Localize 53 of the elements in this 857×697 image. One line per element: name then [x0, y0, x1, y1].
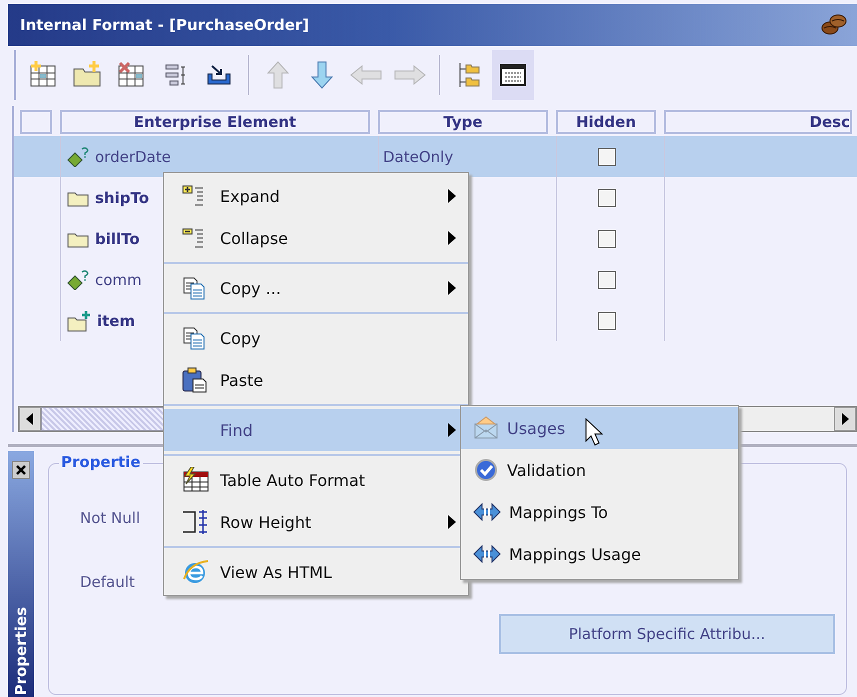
column-header[interactable]: Enterprise Element: [60, 110, 370, 134]
table-lightning-icon: [182, 467, 210, 493]
menu-item[interactable]: Collapse: [164, 217, 468, 259]
hidden-checkbox[interactable]: [598, 312, 616, 330]
table-row[interactable]: orderDate DateOnly: [14, 136, 857, 177]
field-label: Default: [80, 573, 135, 591]
element-name: billTo: [95, 230, 140, 248]
close-icon[interactable]: [12, 461, 30, 479]
collapse-icon: [182, 227, 206, 249]
paste-icon: [182, 367, 208, 393]
side-tab-label: Properties: [12, 606, 30, 695]
scroll-right-button[interactable]: [834, 407, 856, 431]
header-cell: [20, 110, 52, 134]
type-value: DateOnly: [383, 148, 454, 166]
scroll-left-button[interactable]: [19, 407, 41, 431]
column-header[interactable]: Type: [378, 110, 548, 134]
double-arrow-icon: [473, 502, 501, 522]
menu-item[interactable]: Paste: [164, 359, 468, 401]
element-name: comm: [95, 270, 142, 288]
platform-attributes-button[interactable]: Platform Specific Attribu...: [499, 614, 835, 654]
element-name: orderDate: [95, 148, 171, 166]
hidden-checkbox[interactable]: [598, 270, 616, 288]
menu-item[interactable]: Usages: [461, 407, 738, 449]
left-triangle-icon: [26, 413, 34, 425]
menu-item[interactable]: Copy ...: [164, 267, 468, 309]
envelope-icon: [473, 416, 499, 440]
row-height-icon: [182, 509, 210, 535]
element-name: shipTo: [95, 188, 150, 206]
side-tab[interactable]: Properties: [8, 451, 34, 697]
right-triangle-icon: [841, 413, 849, 425]
column-header[interactable]: Hidden: [556, 110, 656, 134]
copy-icon: [182, 326, 206, 350]
expand-icon: [182, 185, 206, 207]
window-title: Internal Format - [PurchaseOrder]: [20, 16, 310, 34]
hidden-checkbox[interactable]: [598, 230, 616, 248]
browser-icon: [182, 559, 210, 585]
check-icon: [473, 458, 499, 482]
field-label: Not Null: [80, 509, 140, 527]
hidden-checkbox[interactable]: [598, 148, 616, 166]
menu-item[interactable]: Expand: [164, 175, 468, 217]
menu-item[interactable]: Copy: [164, 317, 468, 359]
folder-plus-icon: [67, 310, 91, 332]
coffee-beans-icon: [821, 13, 847, 37]
element-name: item: [97, 312, 136, 330]
hidden-checkbox[interactable]: [598, 188, 616, 206]
group-title: Propertie: [59, 453, 142, 471]
copy-icon: [182, 276, 206, 300]
mouse-pointer-icon: [585, 418, 605, 446]
double-arrow-icon: [473, 544, 501, 564]
diamond-question-icon: [67, 270, 89, 290]
column-header[interactable]: Desc: [664, 110, 852, 134]
table-view-icon[interactable]: [492, 50, 534, 100]
diamond-question-icon: [67, 146, 89, 166]
